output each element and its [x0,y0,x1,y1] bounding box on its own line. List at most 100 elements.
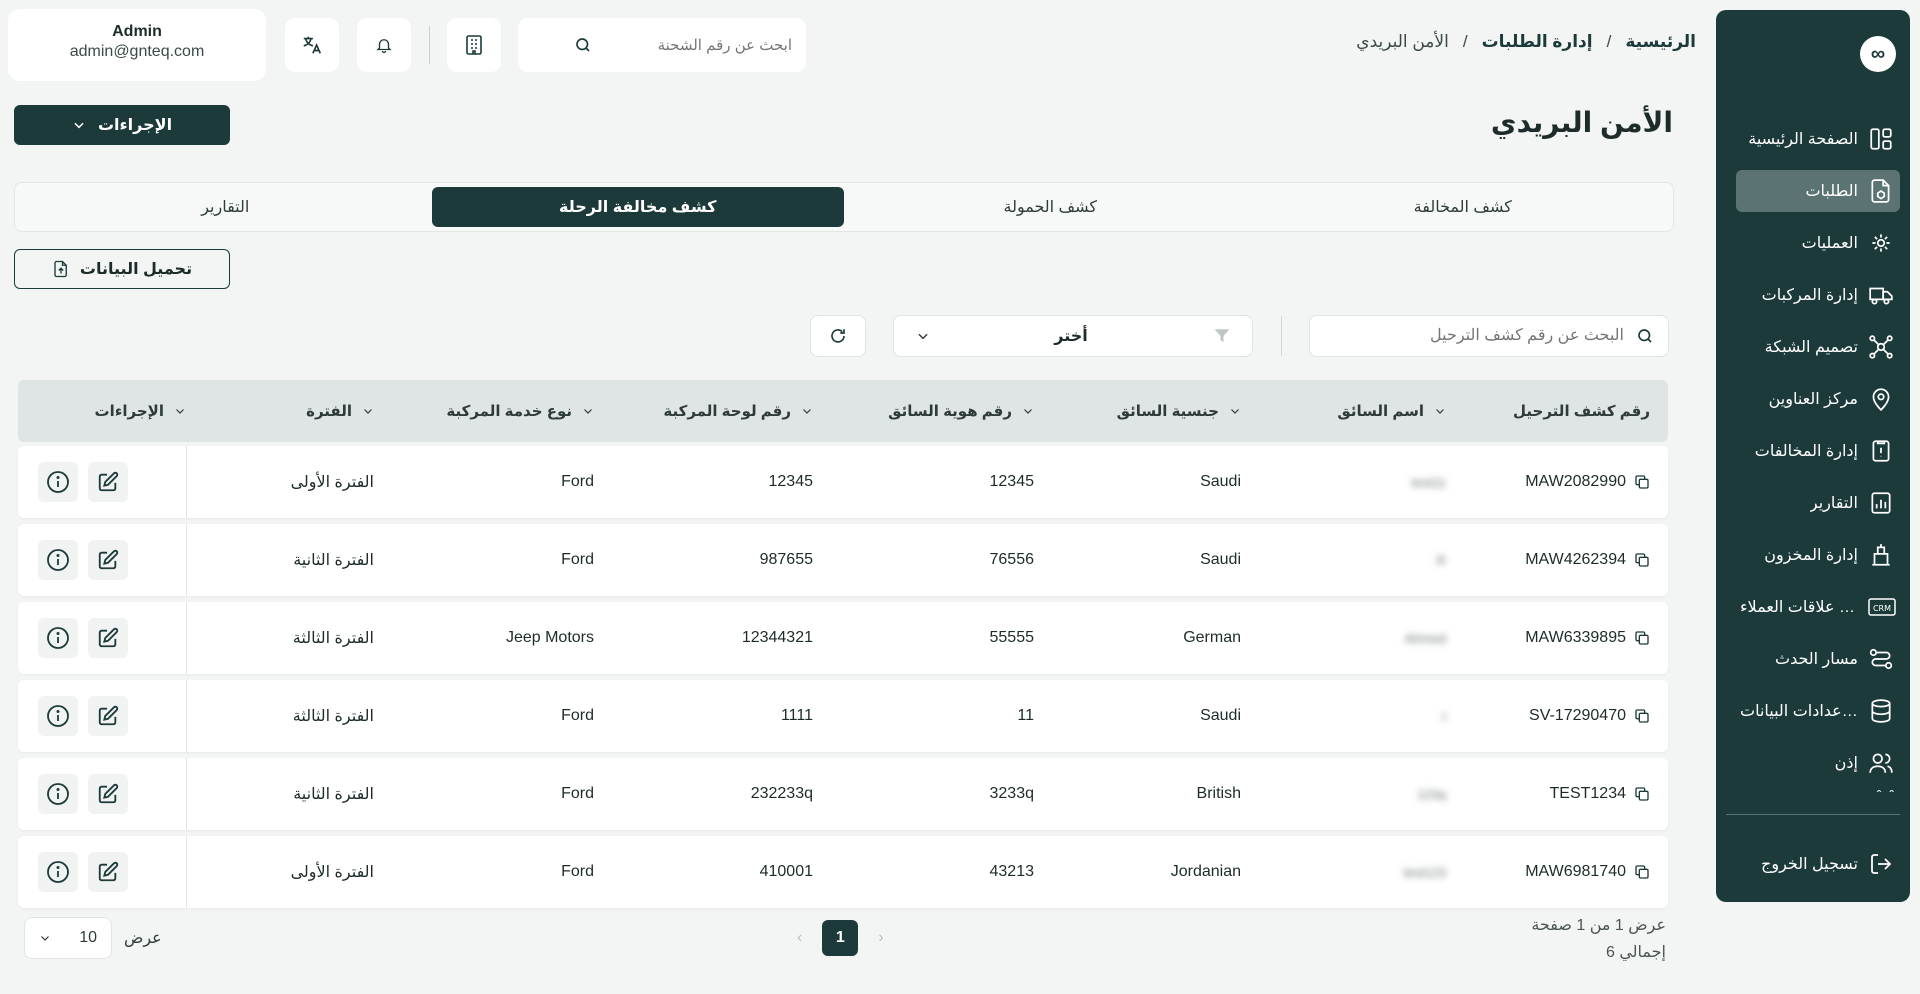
edit-button[interactable] [88,462,128,502]
notifications-button[interactable] [357,18,411,72]
search-icon [574,36,592,54]
sidebar-item-home[interactable]: الصفحة الرئيسية [1736,118,1900,160]
tab-violation-report[interactable]: كشف المخالفة [1257,187,1670,227]
chevron-down-icon[interactable] [1229,405,1241,417]
sidebar-nav: الصفحة الرئيسية الطلبات العمليات إدارة ا… [1736,118,1900,794]
upload-data-button[interactable]: تحميل البيانات [14,249,230,289]
building-icon [465,35,483,55]
chevron-down-icon[interactable] [362,405,374,417]
chevron-down-icon[interactable] [801,405,813,417]
driver-id-cell: 43213 [989,863,1035,880]
driver-name-cell: t [1442,708,1446,724]
edit-button[interactable] [88,774,128,814]
edit-button[interactable] [88,852,128,892]
page-size-select[interactable]: 10 [24,917,112,959]
sidebar-item-crm[interactable]: CRM إدارة علاقات العملاء [1736,586,1900,628]
period-cell: الفترة الأولى [290,474,374,491]
column-header-actions: الإجراءات [95,380,186,442]
chevron-down-icon[interactable] [1022,405,1034,417]
manifest-number-cell: MAW6339895 [1525,602,1650,674]
sidebar-item-data-settings[interactable]: اعدادات البيانات... [1736,690,1900,732]
map-pin-icon [1866,384,1896,414]
user-email: admin@gnteq.com [69,43,205,60]
info-button[interactable] [38,618,78,658]
manifest-search [1309,315,1669,357]
breadcrumb-separator: / [1606,32,1612,51]
total-count-text: إجمالي 6 [1605,944,1666,961]
manifest-number-cell: MAW6981740 [1525,836,1650,908]
copy-icon[interactable] [1634,552,1650,568]
edit-button[interactable] [88,540,128,580]
service-type-cell: Ford [561,707,594,724]
previous-page-icon[interactable]: ‹ [797,929,802,947]
copy-icon[interactable] [1634,708,1650,724]
driver-name-cell: test123 [1403,864,1446,880]
actions-divider [186,758,187,830]
sidebar-item-reports[interactable]: التقارير [1736,482,1900,524]
copy-icon[interactable] [1634,630,1650,646]
info-button[interactable] [38,774,78,814]
sidebar-item-addresses[interactable]: مركز العناوين [1736,378,1900,420]
page-button-current[interactable]: 1 [822,920,859,956]
chevron-down-icon [72,118,86,132]
next-page-icon[interactable]: › [878,929,883,947]
sidebar-collapse-toggle[interactable]: ˆ ˆ [1736,787,1896,803]
filter-select[interactable]: أختر [893,315,1253,357]
shipment-search-input[interactable] [592,36,792,54]
refresh-button[interactable] [810,315,866,357]
column-header-driver-name: اسم السائق [1337,380,1446,442]
breadcrumb-separator: / [1462,32,1468,51]
edit-button[interactable] [88,696,128,736]
breadcrumb-home[interactable]: الرئيسية [1625,32,1696,52]
language-button[interactable] [285,18,339,72]
driver-id-cell: 55555 [989,629,1035,646]
logout-label: تسجيل الخروج [1761,856,1858,873]
breadcrumb-orders[interactable]: إدارة الطلبات [1482,32,1593,52]
pagination: ‹ 1 › [797,920,884,956]
column-label: الفترة [306,403,352,420]
copy-icon[interactable] [1634,474,1650,490]
manifest-number: TEST1234 [1549,785,1626,802]
nationality-cell: Jordanian [1170,863,1241,880]
info-button[interactable] [38,696,78,736]
tab-trip-violation-report[interactable]: كشف مخالفة الرحلة [431,187,844,227]
info-button[interactable] [38,540,78,580]
bell-icon [375,35,393,55]
logout-button[interactable]: تسجيل الخروج [1736,846,1900,882]
tab-load-report[interactable]: كشف الحمولة [844,187,1257,227]
copy-icon[interactable] [1634,786,1650,802]
actions-divider [186,836,187,908]
sidebar-item-operations[interactable]: العمليات [1736,222,1900,264]
info-button[interactable] [38,462,78,502]
sidebar-item-vehicles[interactable]: إدارة المركبات [1736,274,1900,316]
sidebar-item-network[interactable]: تصميم الشبكة [1736,326,1900,368]
chevron-down-icon[interactable] [582,405,594,417]
reports-icon [1866,488,1896,518]
tab-reports[interactable]: التقارير [19,187,432,227]
chevron-down-icon[interactable] [1434,405,1446,417]
logo[interactable]: ∞ [1860,36,1896,72]
actions-label: الإجراءات [97,117,173,134]
chevron-down-icon[interactable] [174,405,186,417]
manifest-number-cell: SV-17290470 [1529,680,1650,752]
edit-button[interactable] [88,618,128,658]
manifest-search-input[interactable] [1334,327,1624,345]
sidebar-item-orders[interactable]: الطلبات [1736,170,1900,212]
sidebar-item-permissions[interactable]: إذن [1736,742,1900,784]
upload-data-label: تحميل البيانات [79,261,193,278]
nationality-cell: Saudi [1200,473,1241,490]
building-button[interactable] [447,18,501,72]
period-cell: الفترة الأولى [290,864,374,881]
driver-id-cell: 3233q [989,785,1035,802]
sidebar-item-violations[interactable]: إدارة المخالفات [1736,430,1900,472]
user-menu[interactable]: Admin admin@gnteq.com [8,9,266,81]
copy-icon[interactable] [1634,864,1650,880]
sidebar-item-inventory[interactable]: إدارة المخزون [1736,534,1900,576]
info-button[interactable] [38,852,78,892]
filter-icon [1212,327,1232,345]
sidebar-item-event-path[interactable]: مسار الحدث [1736,638,1900,680]
nationality-cell: Saudi [1200,551,1241,568]
nationality-cell: British [1196,785,1241,802]
actions-dropdown-button[interactable]: الإجراءات [14,105,230,145]
sidebar-item-label: إدارة علاقات العملاء [1740,599,1860,616]
